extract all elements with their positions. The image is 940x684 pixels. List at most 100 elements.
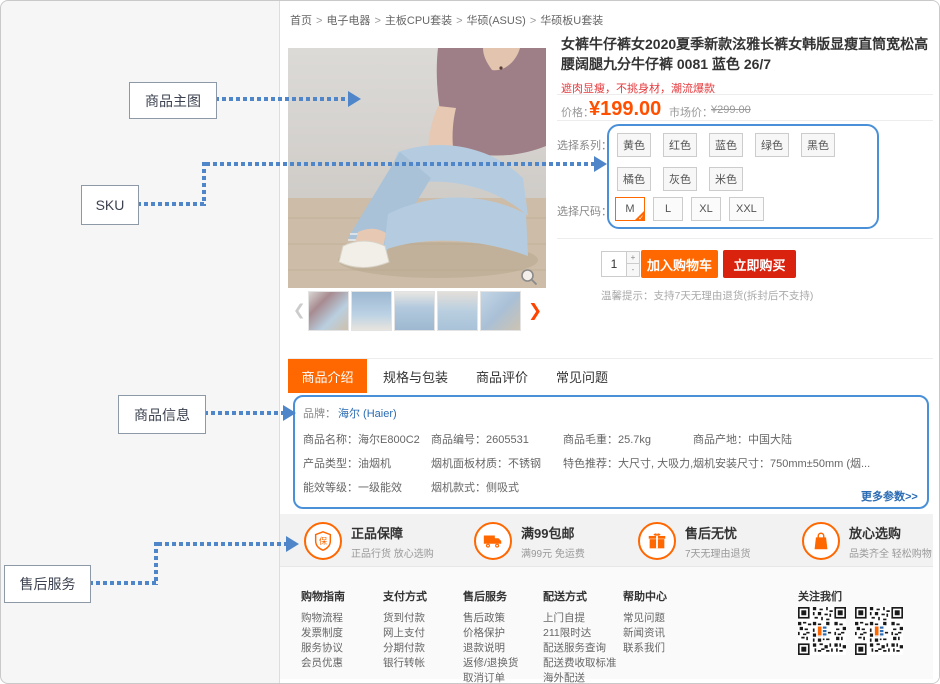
market-price-value: ¥299.00: [711, 104, 751, 116]
footer-link[interactable]: 返修/退换货: [463, 656, 518, 671]
color-swatch-list: 黄色 红色 蓝色 绿色 黑色 橘色 灰色 米色: [617, 133, 869, 191]
thumbnail-3[interactable]: [394, 291, 435, 331]
size-option[interactable]: L: [653, 197, 683, 221]
footer-col-payment: 支付方式 货到付款 网上支付 分期付款 银行转帐: [383, 588, 427, 671]
divider: [557, 238, 933, 239]
annotation-arrow-line: [158, 542, 287, 546]
footer-link[interactable]: 新闻资讯: [623, 626, 667, 641]
divider: [557, 94, 933, 95]
footer-link[interactable]: 211限时达: [543, 626, 617, 641]
magnifier-icon[interactable]: [519, 267, 539, 287]
footer-col-shopping-guide: 购物指南 购物流程 发票制度 服务协议 会员优惠: [301, 588, 345, 671]
footer-col-delivery: 配送方式 上门自提 211限时达 配送服务查询 配送费收取标准 海外配送: [543, 588, 617, 684]
color-swatch[interactable]: 绿色: [755, 133, 789, 157]
thumbnail-5[interactable]: [480, 291, 521, 331]
brand-link[interactable]: 海尔 (Haier): [338, 408, 397, 420]
annotation-product-info-label: 商品信息: [118, 395, 206, 434]
product-title: 女裤牛仔裤女2020夏季新款泫雅长裤女韩版显瘦直筒宽松高腰阔腿九分牛仔裤 008…: [561, 34, 935, 74]
brand-label: 品牌：: [303, 408, 336, 420]
truck-icon: [474, 522, 512, 560]
info-cell: 烟机面板材质：不锈钢: [431, 455, 563, 471]
add-to-cart-button[interactable]: 加入购物车: [641, 250, 718, 278]
thumbs-prev-icon[interactable]: ❮: [293, 299, 306, 323]
footer-link[interactable]: 常见问题: [623, 611, 667, 626]
tab-reviews[interactable]: 商品评价: [476, 367, 528, 386]
info-cell: 商品毛重：25.7kg: [563, 431, 693, 447]
breadcrumb-current: 华硕板U套装: [540, 15, 603, 27]
service-title: 正品保障: [351, 523, 434, 542]
service-item-after-sales: 售后无忧 7天无理由退货: [638, 522, 751, 560]
breadcrumb-link[interactable]: 首页: [290, 15, 312, 27]
annotation-arrow-line: [154, 542, 158, 585]
thumbnail-4[interactable]: [437, 291, 478, 331]
tab-bar: 规格与包装 商品评价 常见问题: [383, 359, 608, 393]
info-cell: 商品产地：中国大陆: [693, 431, 921, 447]
quantity-plus-icon[interactable]: +: [627, 251, 640, 264]
annotation-sku-label: SKU: [81, 185, 139, 225]
footer-link[interactable]: 售后政策: [463, 611, 518, 626]
buy-now-button[interactable]: 立即购买: [723, 250, 796, 278]
footer-link[interactable]: 海外配送: [543, 671, 617, 684]
tab-faq[interactable]: 常见问题: [556, 367, 608, 386]
color-swatch[interactable]: 橘色: [617, 167, 651, 191]
quantity-minus-icon[interactable]: -: [627, 264, 640, 277]
color-swatch[interactable]: 灰色: [663, 167, 697, 191]
service-title: 满99包邮: [521, 523, 585, 542]
footer-link[interactable]: 配送服务查询: [543, 641, 617, 656]
breadcrumb-link[interactable]: 电子电器: [326, 15, 370, 27]
footer-link[interactable]: 发票制度: [301, 626, 345, 641]
annotation-arrowhead: [594, 156, 607, 172]
series-label: 选择系列：: [557, 137, 612, 153]
service-title: 放心选购: [849, 523, 932, 542]
footer-link[interactable]: 取消订单: [463, 671, 518, 684]
info-cell: 烟机款式：侧吸式: [431, 479, 563, 495]
service-subtitle: 正品行货 放心选购: [351, 545, 434, 560]
annotation-arrow-line: [202, 162, 206, 206]
color-swatch[interactable]: 黑色: [801, 133, 835, 157]
footer-link[interactable]: 上门自提: [543, 611, 617, 626]
annotation-after-sales-label: 售后服务: [4, 565, 91, 603]
divider: [557, 120, 933, 121]
info-cell: 能效等级：一级能效: [303, 479, 431, 495]
color-swatch[interactable]: 蓝色: [709, 133, 743, 157]
info-cell: 商品编号：2605531: [431, 431, 563, 447]
size-option[interactable]: XXL: [729, 197, 764, 221]
footer-link[interactable]: 会员优惠: [301, 656, 345, 671]
footer-link[interactable]: 价格保护: [463, 626, 518, 641]
annotation-arrow-line: [204, 411, 284, 415]
footer-link[interactable]: 退款说明: [463, 641, 518, 656]
breadcrumb-link[interactable]: 主板CPU套装: [385, 15, 452, 27]
tab-product-intro[interactable]: 商品介绍: [288, 359, 367, 393]
check-icon: ✓: [638, 214, 644, 222]
size-option-list: M ✓ L XL XXL: [615, 197, 764, 221]
size-option-selected[interactable]: M ✓: [615, 197, 645, 221]
footer-link[interactable]: 购物流程: [301, 611, 345, 626]
footer-link[interactable]: 银行转帐: [383, 656, 427, 671]
more-params-link[interactable]: 更多参数>>: [861, 488, 918, 504]
color-swatch[interactable]: 黄色: [617, 133, 651, 157]
size-option[interactable]: XL: [691, 197, 721, 221]
annotated-screenshot-canvas: 首页>电子电器>主板CPU套装>华硕(ASUS)>华硕板U套装: [0, 0, 940, 684]
footer-col-help: 帮助中心 常见问题 新闻资讯 联系我们: [623, 588, 667, 656]
footer-link[interactable]: 联系我们: [623, 641, 667, 656]
footer-link[interactable]: 分期付款: [383, 641, 427, 656]
color-swatch[interactable]: 米色: [709, 167, 743, 191]
thumbs-next-icon[interactable]: ❯: [528, 299, 542, 323]
annotation-arrow-line: [137, 202, 205, 206]
footer-link[interactable]: 货到付款: [383, 611, 427, 626]
thumbnail-1[interactable]: [308, 291, 349, 331]
breadcrumb: 首页>电子电器>主板CPU套装>华硕(ASUS)>华硕板U套装: [288, 12, 605, 28]
product-main-image[interactable]: [288, 48, 546, 288]
thumbnail-2[interactable]: [351, 291, 392, 331]
color-swatch[interactable]: 红色: [663, 133, 697, 157]
quantity-input[interactable]: [601, 251, 627, 277]
footer-link[interactable]: 网上支付: [383, 626, 427, 641]
footer-link[interactable]: 配送费收取标准: [543, 656, 617, 671]
return-policy-note: 温馨提示：支持7天无理由退货(拆封后不支持): [601, 288, 813, 303]
box-icon: [638, 522, 676, 560]
svg-text:保: 保: [319, 536, 328, 546]
tab-specs-packaging[interactable]: 规格与包装: [383, 367, 448, 386]
quantity-stepper: + -: [627, 251, 640, 277]
breadcrumb-link[interactable]: 华硕(ASUS): [467, 15, 526, 27]
footer-link[interactable]: 服务协议: [301, 641, 345, 656]
